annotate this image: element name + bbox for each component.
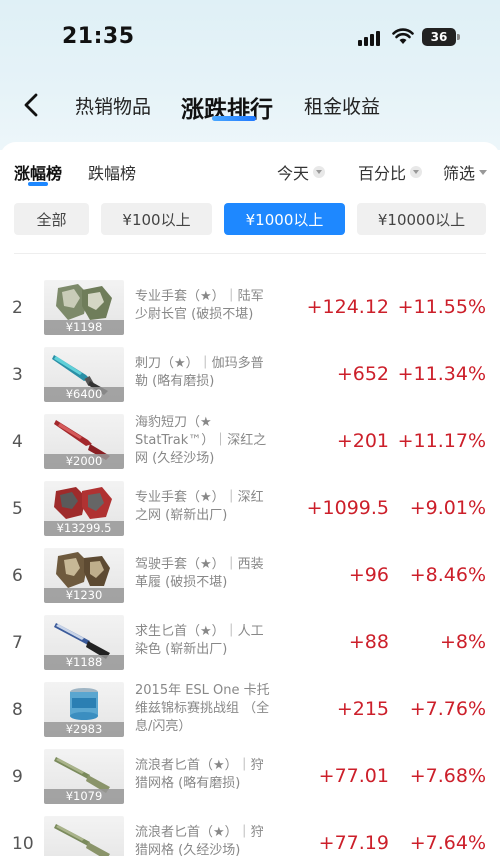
percent-change: +7.76% — [409, 698, 486, 720]
tab-rental-income[interactable]: 租金收益 — [304, 92, 380, 119]
back-arrow-icon[interactable] — [20, 92, 44, 118]
item-thumbnail: ¥1198 — [44, 280, 124, 335]
rank-number: 7 — [12, 633, 23, 653]
item-price: ¥6400 — [44, 387, 124, 402]
sub-tabs: 涨幅榜 跌幅榜 今天 百分比 筛选 — [0, 142, 500, 192]
item-thumbnail — [44, 816, 124, 856]
price-filter-10000[interactable]: ¥10000以上 — [357, 203, 486, 235]
list-item[interactable]: 8 ¥2983 2015年 ESL One 卡托维兹锦标赛挑战组 （全息/闪亮）… — [0, 682, 500, 744]
item-name: 刺刀（★）｜伽玛多普勒 (略有磨损) — [135, 356, 264, 389]
item-price: ¥2000 — [44, 454, 124, 469]
status-bar: 21:35 36 — [0, 0, 500, 70]
percent-change: +11.34% — [397, 363, 486, 385]
mode-dropdown[interactable]: 百分比 — [358, 160, 423, 184]
item-name: 专业手套（★）｜深红之网 (崭新出厂) — [135, 490, 264, 523]
item-price: ¥1230 — [44, 588, 124, 603]
rank-number: 2 — [12, 298, 23, 318]
percent-change: +8% — [439, 631, 486, 653]
item-price: ¥2983 — [44, 722, 124, 737]
filter-button[interactable]: 筛选 — [443, 160, 488, 184]
cellular-signal-icon — [358, 30, 382, 46]
price-filter-1000[interactable]: ¥1000以上 — [224, 203, 345, 235]
list-item[interactable]: 5 ¥13299.5 专业手套（★）｜深红之网 (崭新出厂) +1099.5 +… — [0, 481, 500, 543]
item-thumbnail: ¥13299.5 — [44, 481, 124, 536]
price-change: +77.19 — [318, 832, 389, 854]
price-filter-100[interactable]: ¥100以上 — [101, 203, 212, 235]
percent-change: +8.46% — [409, 564, 486, 586]
price-filter-all[interactable]: 全部 — [14, 203, 89, 235]
battery-indicator: 36 — [422, 28, 460, 46]
price-change: +88 — [348, 631, 389, 653]
wifi-icon — [392, 28, 414, 44]
rank-number: 9 — [12, 767, 23, 787]
item-price: ¥1198 — [44, 320, 124, 335]
list-item[interactable]: 9 ¥1079 流浪者匕首（★）｜狩猎网格 (略有磨损) +77.01 +7.6… — [0, 749, 500, 811]
price-change: +1099.5 — [306, 497, 389, 519]
tab-hot-items[interactable]: 热销物品 — [75, 92, 151, 119]
percent-change: +11.17% — [397, 430, 486, 452]
mode-label: 百分比 — [358, 164, 407, 183]
item-name: 2015年 ESL One 卡托维兹锦标赛挑战组 （全息/闪亮） — [135, 683, 270, 734]
item-name: 流浪者匕首（★）｜狩猎网格 (久经沙场) — [135, 825, 264, 856]
filter-label: 筛选 — [443, 164, 476, 183]
percent-change: +11.55% — [397, 296, 486, 318]
list-item[interactable]: 2 ¥1198 专业手套（★）｜陆军少尉长官 (破损不堪) +124.12 +1… — [0, 280, 500, 342]
divider — [14, 253, 486, 254]
period-label: 今天 — [277, 164, 310, 183]
ranking-panel: 涨幅榜 跌幅榜 今天 百分比 筛选 全部 ¥100以上 ¥1000以上 ¥100… — [0, 142, 500, 856]
item-thumbnail: ¥1188 — [44, 615, 124, 670]
percent-change: +9.01% — [409, 497, 486, 519]
list-item[interactable]: 4 ¥2000 海豹短刀（★ StatTrak™）｜深红之网 (久经沙场) +2… — [0, 414, 500, 476]
active-tab-indicator — [212, 116, 256, 121]
list-item[interactable]: 10 流浪者匕首（★）｜狩猎网格 (久经沙场) +77.19 +7.64% — [0, 816, 500, 856]
rank-number: 6 — [12, 566, 23, 586]
nomad-knife-icon — [54, 824, 110, 856]
price-change: +124.12 — [306, 296, 389, 318]
item-price: ¥1079 — [44, 789, 124, 804]
item-thumbnail: ¥2983 — [44, 682, 124, 737]
item-thumbnail: ¥1079 — [44, 749, 124, 804]
sub-tab-indicator — [28, 182, 48, 186]
item-name: 求生匕首（★）｜人工染色 (崭新出厂) — [135, 624, 264, 657]
percent-change: +7.64% — [409, 832, 486, 854]
price-change: +77.01 — [318, 765, 389, 787]
item-name: 专业手套（★）｜陆军少尉长官 (破损不堪) — [135, 289, 264, 322]
item-name: 驾驶手套（★）｜西装革履 (破损不堪) — [135, 557, 264, 590]
filter-caret-icon — [479, 169, 488, 175]
rank-number: 3 — [12, 365, 23, 385]
price-change: +96 — [348, 564, 389, 586]
percent-change: +7.68% — [409, 765, 486, 787]
status-time: 21:35 — [62, 24, 135, 49]
chevron-down-icon — [313, 166, 326, 178]
rank-number: 5 — [12, 499, 23, 519]
price-change: +201 — [336, 430, 389, 452]
item-name: 流浪者匕首（★）｜狩猎网格 (略有磨损) — [135, 758, 264, 791]
item-thumbnail: ¥6400 — [44, 347, 124, 402]
price-change: +652 — [336, 363, 389, 385]
list-item[interactable]: 7 ¥1188 求生匕首（★）｜人工染色 (崭新出厂) +88 +8% — [0, 615, 500, 677]
tab-losers[interactable]: 跌幅榜 — [88, 160, 136, 184]
item-thumbnail: ¥1230 — [44, 548, 124, 603]
price-change: +215 — [336, 698, 389, 720]
list-item[interactable]: 3 ¥6400 刺刀（★）｜伽玛多普勒 (略有磨损) +652 +11.34% — [0, 347, 500, 409]
rank-number: 4 — [12, 432, 23, 452]
top-navigation: 热销物品 涨跌排行 租金收益 — [0, 80, 500, 130]
item-price: ¥1188 — [44, 655, 124, 670]
tab-gainers[interactable]: 涨幅榜 — [14, 160, 62, 184]
period-dropdown[interactable]: 今天 — [277, 160, 326, 184]
rank-number: 10 — [12, 834, 34, 854]
item-thumbnail: ¥2000 — [44, 414, 124, 469]
item-name: 海豹短刀（★ StatTrak™）｜深红之网 (久经沙场) — [135, 415, 267, 466]
chevron-down-icon — [410, 166, 423, 178]
item-price: ¥13299.5 — [44, 521, 124, 536]
list-item[interactable]: 6 ¥1230 驾驶手套（★）｜西装革履 (破损不堪) +96 +8.46% — [0, 548, 500, 610]
rank-number: 8 — [12, 700, 23, 720]
price-filter-bar: 全部 ¥100以上 ¥1000以上 ¥10000以上 — [0, 203, 500, 237]
